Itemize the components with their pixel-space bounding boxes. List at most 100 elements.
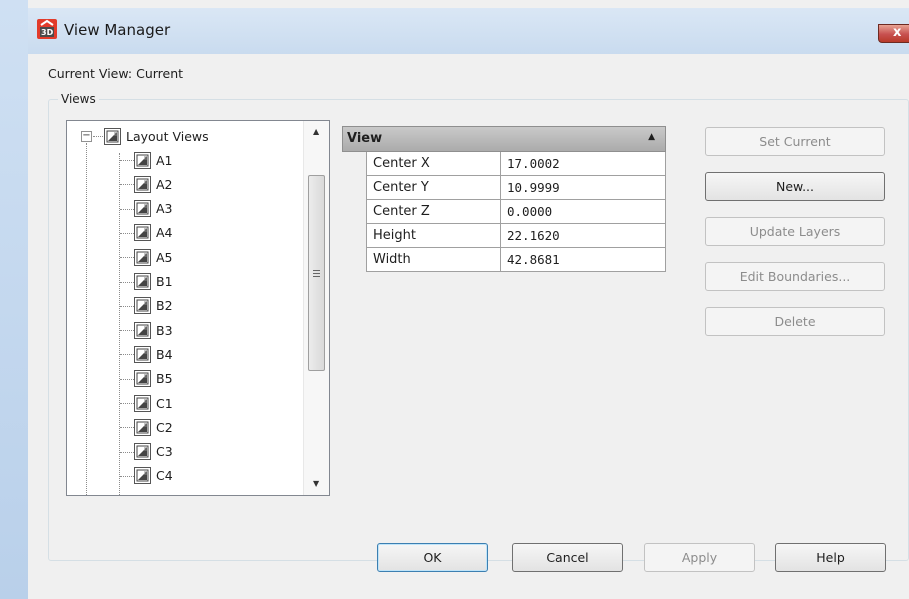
tree-connector — [120, 184, 134, 186]
property-value[interactable]: 10.9999 — [501, 176, 666, 200]
layout-view-icon — [134, 345, 151, 363]
tree-item-layout-view[interactable]: A5 — [134, 245, 173, 269]
tree-item-label: A2 — [156, 176, 173, 192]
tree-item-label: B3 — [156, 322, 173, 338]
layout-view-icon — [134, 151, 151, 169]
desktop-strip — [0, 0, 28, 599]
layout-view-icon — [134, 370, 151, 388]
collapse-toggle[interactable]: − — [81, 131, 92, 142]
property-name: Width — [366, 248, 501, 272]
dialog-body: Current View: Current Views − Layout Vie… — [28, 54, 909, 599]
property-row[interactable]: Center Y 10.9999 — [366, 176, 666, 200]
thumb-grip — [313, 276, 320, 277]
tree-connector — [120, 330, 134, 332]
help-button[interactable]: Help — [775, 543, 886, 572]
ok-button[interactable]: OK — [377, 543, 488, 572]
tree-item-layout-view[interactable]: A2 — [134, 172, 173, 196]
tree-item-label: B1 — [156, 274, 173, 289]
scroll-up-arrow-icon[interactable]: ▲ — [313, 127, 319, 136]
scroll-down-arrow-icon[interactable]: ▼ — [313, 479, 319, 488]
tree-connector — [120, 232, 134, 234]
tree-item-layout-view[interactable]: C1 — [134, 391, 173, 415]
views-tree[interactable]: − Layout Views A1 A2 A3 A4 A5 B1 B2 B3 B4 B5 C1 C2 C… — [66, 120, 330, 496]
tree-item-label: B5 — [156, 371, 173, 387]
autocad-app-icon: 3D — [37, 19, 57, 39]
tree-item-layout-view[interactable]: B5 — [134, 367, 173, 391]
property-rows: Center X 17.0002 Center Y 10.9999 Center Z 0.… — [342, 152, 666, 272]
property-value[interactable]: 0.0000 — [501, 200, 666, 224]
tree-connector — [120, 208, 134, 210]
tree-root-layout-views[interactable]: Layout Views — [104, 124, 209, 148]
edit-boundaries-button[interactable]: Edit Boundaries... — [705, 262, 885, 291]
tree-connector — [120, 160, 134, 161]
svg-text:3D: 3D — [41, 28, 54, 37]
tree-guide-line — [119, 153, 120, 495]
tree-item-label: A5 — [156, 249, 173, 265]
thumb-grip — [313, 270, 320, 271]
tree-item-layout-view[interactable]: A3 — [134, 197, 173, 221]
tree-item-label: A3 — [156, 201, 173, 217]
layout-view-icon — [134, 443, 151, 461]
property-row[interactable]: Height 22.1620 — [366, 224, 666, 248]
layout-view-icon — [134, 224, 151, 242]
cancel-button[interactable]: Cancel — [512, 543, 623, 572]
tree-item-layout-view[interactable]: C3 — [134, 440, 173, 464]
delete-button[interactable]: Delete — [705, 307, 885, 336]
tree-item-layout-view[interactable]: C4 — [134, 464, 173, 488]
tree-item-label: C2 — [156, 419, 173, 435]
tree-item-label: B4 — [156, 346, 173, 362]
window-title: View Manager — [64, 21, 171, 39]
category-title: View — [347, 131, 383, 146]
layout-view-icon — [104, 127, 121, 145]
layout-view-icon — [134, 394, 151, 412]
property-value[interactable]: 42.8681 — [501, 248, 666, 272]
tree-item-label: C3 — [156, 444, 173, 460]
title-bar[interactable]: 3D View Manager x — [28, 8, 909, 54]
view-manager-window: 3D View Manager x Current View: Current … — [0, 0, 909, 599]
apply-button[interactable]: Apply — [644, 543, 755, 572]
property-name: Height — [366, 224, 501, 248]
new-view-button[interactable]: New... — [705, 172, 885, 201]
properties-category-header[interactable]: View ▲ — [342, 126, 666, 152]
tree-item-layout-view[interactable]: C2 — [134, 415, 173, 439]
tree-connector — [120, 354, 134, 356]
property-value[interactable]: 17.0002 — [501, 152, 666, 176]
close-button[interactable]: x — [878, 24, 909, 43]
update-layers-button[interactable]: Update Layers — [705, 217, 885, 246]
property-row[interactable]: Center Z 0.0000 — [366, 200, 666, 224]
tree-root-label: Layout Views — [126, 128, 209, 144]
layout-view-icon — [134, 321, 151, 339]
tree-guide-line — [86, 143, 87, 495]
layout-view-icon — [134, 467, 151, 485]
thumb-grip — [313, 273, 320, 274]
current-view-label: Current View: Current — [48, 66, 184, 81]
scroll-thumb[interactable] — [308, 175, 325, 371]
layout-view-icon — [134, 175, 151, 193]
set-current-button[interactable]: Set Current — [705, 127, 885, 156]
tree-item-layout-view[interactable]: A1 — [134, 148, 173, 172]
property-row[interactable]: Width 42.8681 — [366, 248, 666, 272]
property-name: Center Z — [366, 200, 501, 224]
tree-item-layout-view[interactable]: B4 — [134, 342, 173, 366]
tree-connector — [120, 257, 134, 259]
tree-item-layout-view[interactable]: A4 — [134, 221, 173, 245]
view-properties-grid[interactable]: View ▲ Center X 17.0002 Center Y 10.9999 Cen… — [342, 126, 666, 272]
tree-item-label: C4 — [156, 468, 173, 484]
layout-view-icon — [134, 200, 151, 218]
property-value[interactable]: 22.1620 — [501, 224, 666, 248]
tree-item-layout-view[interactable]: B3 — [134, 318, 173, 342]
collapse-arrow-icon[interactable]: ▲ — [648, 132, 655, 142]
tree-item-layout-view[interactable]: B1 — [134, 270, 173, 294]
layout-view-icon — [134, 273, 151, 290]
property-name: Center Y — [366, 176, 501, 200]
tree-scrollbar[interactable]: ▲ ▼ — [303, 121, 329, 495]
tree-item-layout-view[interactable]: B2 — [134, 294, 173, 318]
property-row[interactable]: Center X 17.0002 — [366, 152, 666, 176]
property-name: Center X — [366, 152, 501, 176]
views-group-label: Views — [58, 92, 99, 106]
tree-connector — [120, 403, 134, 404]
tree-item-label: B2 — [156, 298, 173, 314]
tree-connector — [93, 136, 103, 137]
tree-connector — [120, 427, 134, 429]
tree-connector — [120, 378, 134, 380]
